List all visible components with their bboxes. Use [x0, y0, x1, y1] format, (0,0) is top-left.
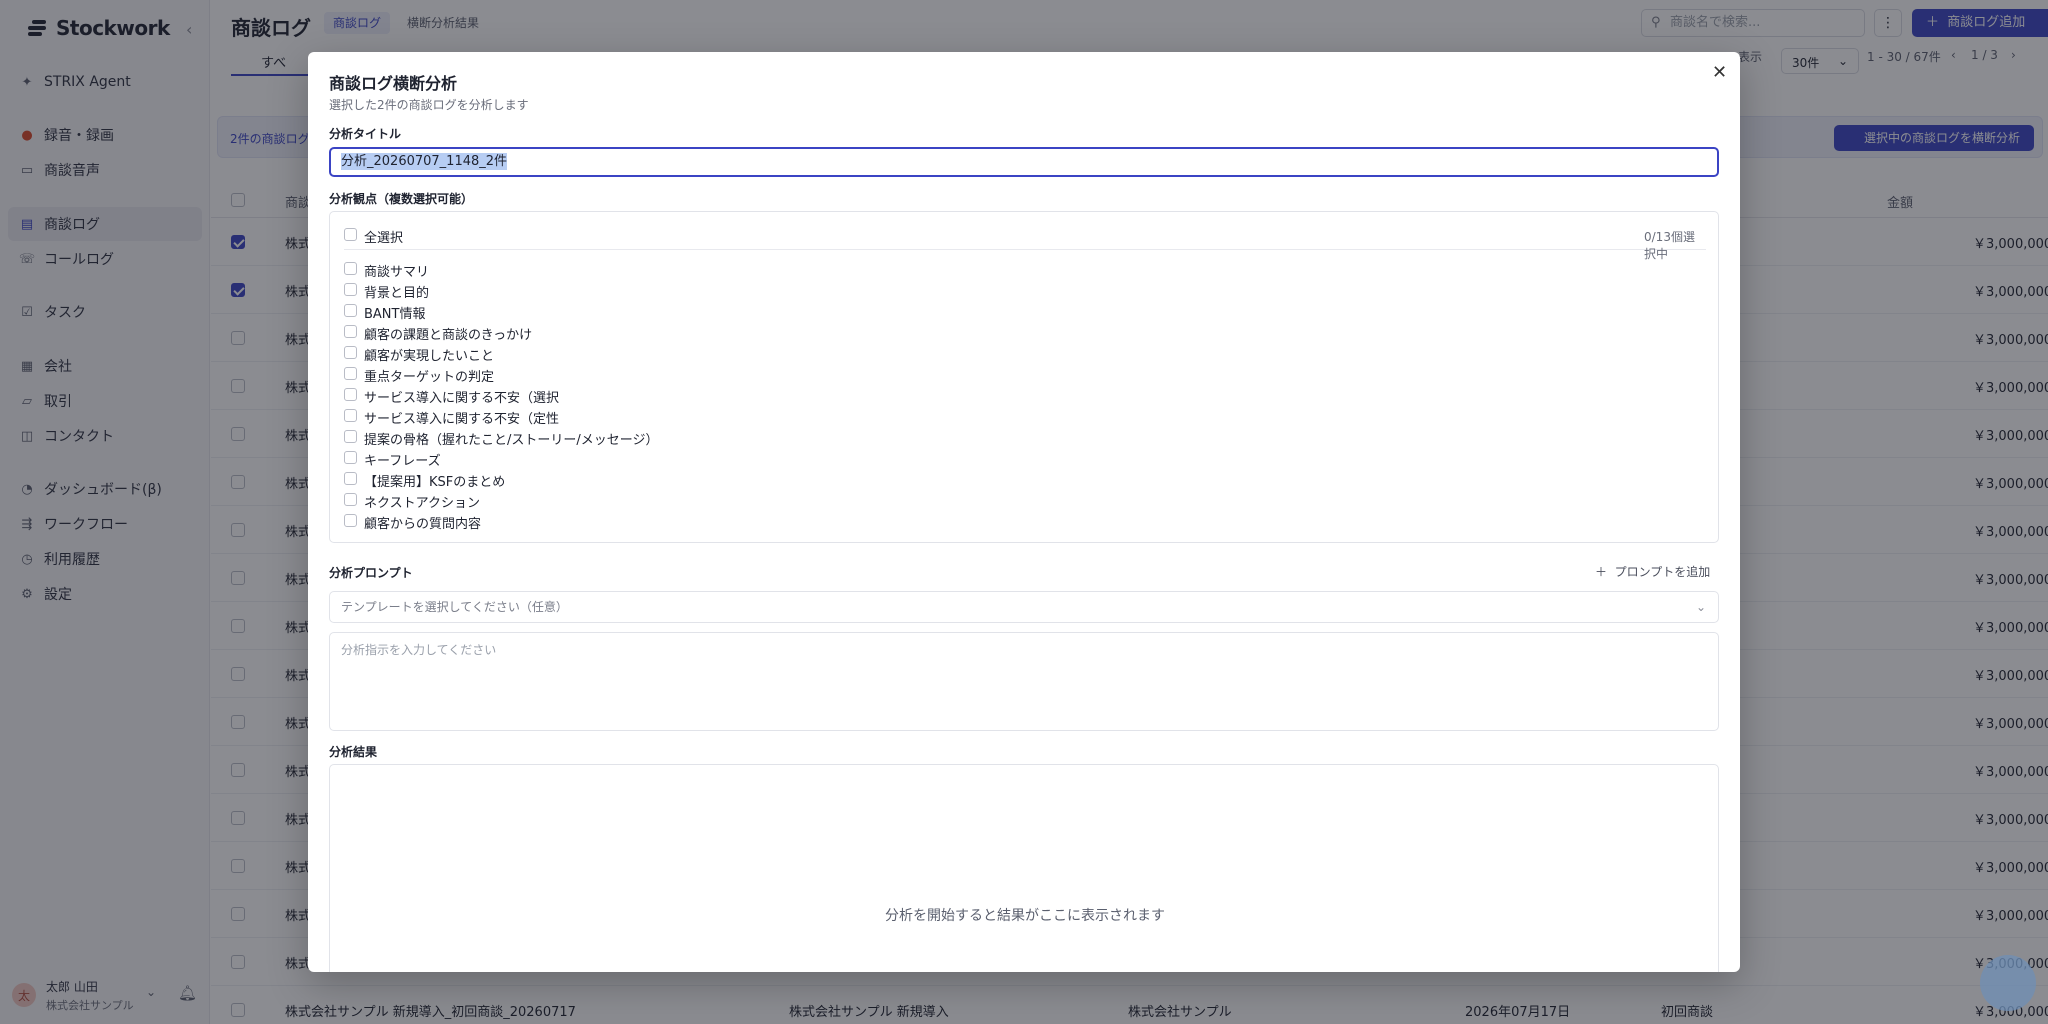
select-all-label: 全選択 — [364, 231, 404, 246]
perspective-label: サービス導入に関する不安（選択 — [364, 391, 560, 406]
perspective-option[interactable]: 商談サマリ — [344, 260, 944, 280]
perspective-option[interactable]: 顧客からの質問内容 — [344, 512, 944, 532]
result-label: 分析結果 — [329, 745, 378, 759]
perspective-checkbox[interactable] — [344, 262, 357, 275]
perspective-checkbox[interactable] — [344, 493, 357, 506]
perspective-option[interactable]: 顧客が実現したいこと — [344, 344, 944, 364]
add-prompt-button[interactable]: ＋ プロンプトを追加 — [1595, 563, 1710, 580]
modal-subtitle: 選択した2件の商談ログを分析します — [329, 98, 529, 112]
close-icon[interactable]: ✕ — [1712, 62, 1727, 83]
perspective-option[interactable]: キーフレーズ — [344, 449, 944, 469]
perspective-label: 背景と目的 — [364, 286, 430, 301]
selected-count: 0/13個選択中 — [1644, 230, 1695, 261]
perspective-checkbox[interactable] — [344, 388, 357, 401]
perspective-checkbox[interactable] — [344, 367, 357, 380]
perspective-option[interactable]: 顧客の課題と商談のきっかけ — [344, 323, 944, 343]
perspective-checkbox[interactable] — [344, 304, 357, 317]
perspective-list: 全選択 0/13個選択中 商談サマリ背景と目的 BANT情報顧客の課題と商談のきっ… — [329, 211, 1719, 543]
perspective-label: キーフレーズ — [364, 454, 441, 469]
perspective-option[interactable]: サービス導入に関する不安（定性 — [344, 407, 944, 427]
perspective-label: 【提案用】KSFのまとめ — [364, 475, 506, 490]
modal-title: 商談ログ横断分析 — [329, 74, 458, 93]
perspective-option[interactable]: サービス導入に関する不安（選択 — [344, 386, 944, 406]
analysis-title-input[interactable]: 分析_20260707_1148_2件 — [329, 147, 1719, 177]
chevron-down-icon: ⌄ — [1695, 600, 1706, 614]
template-select[interactable]: テンプレートを選択してください（任意） ⌄ — [329, 591, 1719, 623]
perspective-checkbox[interactable] — [344, 283, 357, 296]
perspective-label: 顧客の課題と商談のきっかけ — [364, 328, 533, 343]
result-panel: 分析を開始すると結果がここに表示されます — [329, 764, 1719, 972]
perspective-label: サービス導入に関する不安（定性 — [364, 412, 560, 427]
perspective-checkbox[interactable] — [344, 346, 357, 359]
cross-analysis-modal: ✕ 商談ログ横断分析 選択した2件の商談ログを分析します 分析タイトル 分析_2… — [308, 52, 1740, 972]
perspective-label: 商談サマリ — [364, 265, 430, 280]
perspective-option[interactable]: BANT情報 — [344, 302, 944, 322]
select-all-checkbox[interactable] — [344, 228, 357, 241]
perspective-checkbox[interactable] — [344, 514, 357, 527]
perspective-label: 顧客からの質問内容 — [364, 517, 482, 532]
perspective-label: 分析観点（複数選択可能） — [329, 192, 474, 206]
perspective-option[interactable]: 重点ターゲットの判定 — [344, 365, 944, 385]
assistant-mascot-icon[interactable] — [1980, 955, 2036, 1011]
perspective-option[interactable]: 提案の骨格（握れたこと/ストーリー/メッセージ） — [344, 428, 944, 448]
perspective-label: 提案の骨格（握れたこと/ストーリー/メッセージ） — [364, 433, 659, 448]
instruction-textarea[interactable]: 分析指示を入力してください — [329, 632, 1719, 731]
perspective-label: 重点ターゲットの判定 — [364, 370, 495, 385]
perspective-checkbox[interactable] — [344, 472, 357, 485]
perspective-label: BANT情報 — [364, 307, 426, 322]
perspective-label: 顧客が実現したいこと — [364, 349, 495, 364]
prompt-label: 分析プロンプト — [329, 566, 413, 580]
perspective-checkbox[interactable] — [344, 409, 357, 422]
perspective-label: ネクストアクション — [364, 496, 480, 511]
perspective-checkbox[interactable] — [344, 430, 357, 443]
perspective-option[interactable]: 背景と目的 — [344, 281, 944, 301]
select-all-row[interactable]: 全選択 0/13個選択中 — [344, 226, 1706, 261]
perspective-checkbox[interactable] — [344, 451, 357, 464]
perspective-option[interactable]: 【提案用】KSFのまとめ — [344, 470, 944, 490]
perspective-option[interactable]: ネクストアクション — [344, 491, 944, 511]
perspective-checkbox[interactable] — [344, 325, 357, 338]
result-empty-text: 分析を開始すると結果がここに表示されます — [885, 908, 1165, 924]
title-label: 分析タイトル — [329, 127, 402, 141]
